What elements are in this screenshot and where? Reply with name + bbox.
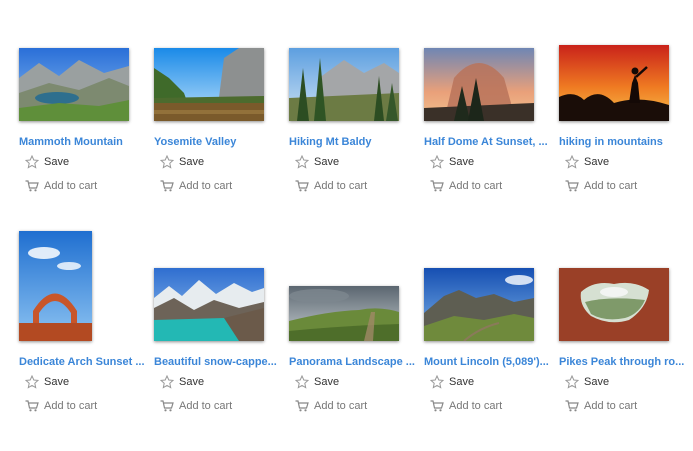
photo-thumbnail[interactable] bbox=[424, 268, 534, 341]
photo-thumbnail[interactable] bbox=[19, 231, 92, 341]
star-outline-icon bbox=[565, 155, 579, 169]
save-button[interactable]: Save bbox=[430, 375, 474, 389]
shopping-cart-icon bbox=[295, 400, 309, 412]
save-label: Save bbox=[584, 376, 610, 388]
save-button[interactable]: Save bbox=[160, 155, 204, 169]
photo-title[interactable]: Yosemite Valley bbox=[154, 136, 286, 148]
save-button[interactable]: Save bbox=[25, 155, 69, 169]
save-label: Save bbox=[314, 156, 340, 168]
save-button[interactable]: Save bbox=[160, 375, 204, 389]
photo-thumbnail[interactable] bbox=[559, 268, 669, 341]
add-to-cart-button[interactable]: Add to cart bbox=[295, 180, 367, 192]
add-to-cart-button[interactable]: Add to cart bbox=[25, 180, 97, 192]
star-outline-icon bbox=[565, 375, 579, 389]
shopping-cart-icon bbox=[565, 400, 579, 412]
save-label: Save bbox=[314, 376, 340, 388]
shopping-cart-icon bbox=[565, 180, 579, 192]
photo-title[interactable]: hiking in mountains bbox=[559, 136, 691, 148]
star-outline-icon bbox=[430, 155, 444, 169]
add-to-cart-label: Add to cart bbox=[44, 180, 98, 192]
star-outline-icon bbox=[160, 155, 174, 169]
save-button[interactable]: Save bbox=[295, 155, 339, 169]
add-to-cart-button[interactable]: Add to cart bbox=[430, 180, 502, 192]
add-to-cart-button[interactable]: Add to cart bbox=[565, 180, 637, 192]
save-label: Save bbox=[44, 376, 70, 388]
add-to-cart-label: Add to cart bbox=[584, 400, 638, 412]
star-outline-icon bbox=[295, 155, 309, 169]
add-to-cart-label: Add to cart bbox=[179, 180, 233, 192]
save-label: Save bbox=[179, 376, 205, 388]
photo-title[interactable]: Hiking Mt Baldy bbox=[289, 136, 421, 148]
photo-title[interactable]: Beautiful snow-cappe... bbox=[154, 356, 286, 368]
photo-title[interactable]: Dedicate Arch Sunset ... bbox=[19, 356, 151, 368]
photo-thumbnail[interactable] bbox=[289, 286, 399, 341]
save-label: Save bbox=[179, 156, 205, 168]
photo-title[interactable]: Pikes Peak through ro... bbox=[559, 356, 691, 368]
save-button[interactable]: Save bbox=[565, 155, 609, 169]
add-to-cart-button[interactable]: Add to cart bbox=[565, 400, 637, 412]
photo-thumbnail[interactable] bbox=[154, 48, 264, 121]
star-outline-icon bbox=[25, 375, 39, 389]
save-label: Save bbox=[44, 156, 70, 168]
save-button[interactable]: Save bbox=[565, 375, 609, 389]
shopping-cart-icon bbox=[160, 180, 174, 192]
star-outline-icon bbox=[25, 155, 39, 169]
add-to-cart-label: Add to cart bbox=[314, 400, 368, 412]
photo-title[interactable]: Panorama Landscape ... bbox=[289, 356, 421, 368]
shopping-cart-icon bbox=[295, 180, 309, 192]
save-button[interactable]: Save bbox=[25, 375, 69, 389]
photo-title[interactable]: Mount Lincoln (5,089')... bbox=[424, 356, 556, 368]
shopping-cart-icon bbox=[430, 400, 444, 412]
save-button[interactable]: Save bbox=[430, 155, 474, 169]
photo-thumbnail[interactable] bbox=[559, 45, 669, 121]
save-label: Save bbox=[449, 156, 475, 168]
star-outline-icon bbox=[160, 375, 174, 389]
star-outline-icon bbox=[295, 375, 309, 389]
add-to-cart-label: Add to cart bbox=[44, 400, 98, 412]
add-to-cart-label: Add to cart bbox=[449, 180, 503, 192]
star-outline-icon bbox=[430, 375, 444, 389]
add-to-cart-button[interactable]: Add to cart bbox=[430, 400, 502, 412]
photo-thumbnail[interactable] bbox=[154, 268, 264, 341]
photo-thumbnail[interactable] bbox=[424, 48, 534, 121]
shopping-cart-icon bbox=[25, 180, 39, 192]
add-to-cart-button[interactable]: Add to cart bbox=[160, 180, 232, 192]
photo-title[interactable]: Mammoth Mountain bbox=[19, 136, 151, 148]
save-button[interactable]: Save bbox=[295, 375, 339, 389]
add-to-cart-button[interactable]: Add to cart bbox=[25, 400, 97, 412]
save-label: Save bbox=[449, 376, 475, 388]
shopping-cart-icon bbox=[160, 400, 174, 412]
add-to-cart-label: Add to cart bbox=[179, 400, 233, 412]
add-to-cart-label: Add to cart bbox=[584, 180, 638, 192]
photo-title[interactable]: Half Dome At Sunset, ... bbox=[424, 136, 556, 148]
add-to-cart-button[interactable]: Add to cart bbox=[295, 400, 367, 412]
add-to-cart-label: Add to cart bbox=[449, 400, 503, 412]
save-label: Save bbox=[584, 156, 610, 168]
shopping-cart-icon bbox=[25, 400, 39, 412]
add-to-cart-button[interactable]: Add to cart bbox=[160, 400, 232, 412]
photo-thumbnail[interactable] bbox=[19, 48, 129, 121]
photo-thumbnail[interactable] bbox=[289, 48, 399, 121]
add-to-cart-label: Add to cart bbox=[314, 180, 368, 192]
shopping-cart-icon bbox=[430, 180, 444, 192]
